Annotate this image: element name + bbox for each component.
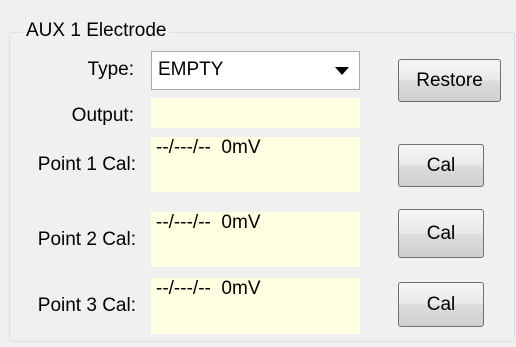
point-1-cal-button[interactable]: Cal (398, 144, 484, 187)
point-3-cal-date: --/---/-- (156, 278, 211, 299)
point-3-cal-label: Point 3 Cal: (37, 295, 136, 316)
point-2-cal-value: --/---/-- 0mV (156, 212, 261, 234)
point-2-cal-label: Point 2 Cal: (37, 229, 136, 250)
output-label: Output: (71, 105, 134, 126)
chevron-down-icon (335, 67, 349, 75)
point-1-cal-date: --/---/-- (156, 137, 211, 158)
point-1-cal-value: --/---/-- 0mV (156, 137, 261, 159)
point-1-cal-label: Point 1 Cal: (37, 154, 136, 175)
point-1-cal-mv: 0mV (221, 137, 261, 158)
point-2-cal-date: --/---/-- (156, 212, 211, 233)
groupbox-title: AUX 1 Electrode (22, 19, 171, 43)
type-dropdown-value: EMPTY (158, 59, 224, 80)
point-3-cal-mv: 0mV (221, 278, 261, 299)
restore-button[interactable]: Restore (398, 59, 501, 102)
output-field (151, 98, 360, 128)
point-2-cal-field: --/---/-- 0mV (151, 212, 360, 267)
point-2-cal-button[interactable]: Cal (398, 209, 484, 258)
point-1-cal-field: --/---/-- 0mV (151, 137, 360, 192)
point-3-cal-button[interactable]: Cal (398, 282, 484, 327)
point-2-cal-mv: 0mV (221, 212, 261, 233)
type-dropdown[interactable]: EMPTY (151, 51, 360, 90)
point-3-cal-field: --/---/-- 0mV (151, 278, 360, 334)
type-label: Type: (87, 59, 134, 80)
point-3-cal-value: --/---/-- 0mV (156, 278, 261, 300)
